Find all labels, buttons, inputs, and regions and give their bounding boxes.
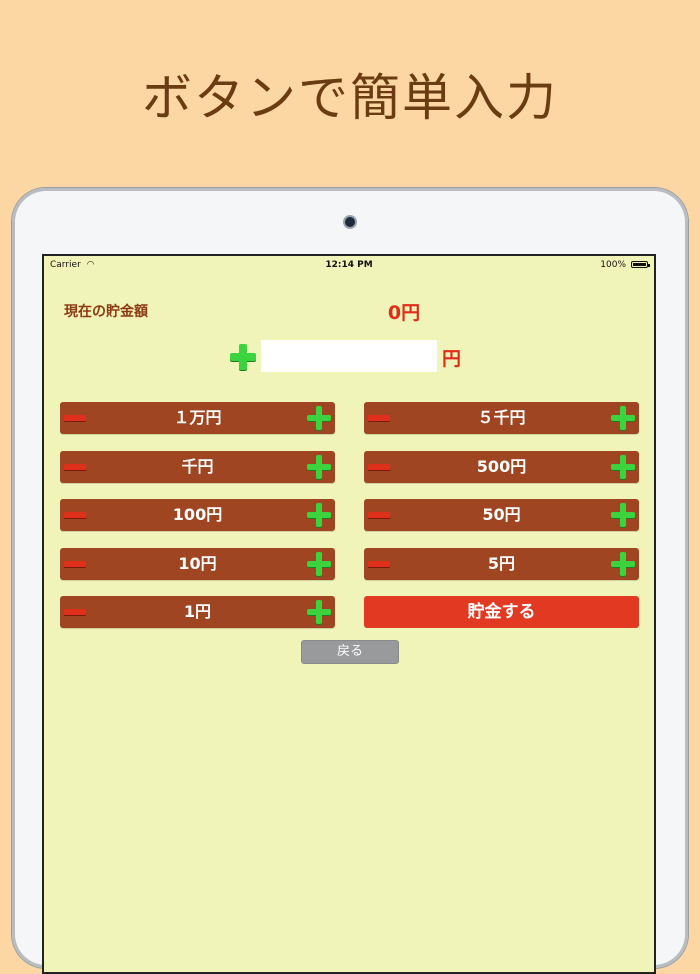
- amount-input[interactable]: [261, 340, 437, 372]
- amount-row-50: 50円: [364, 499, 639, 531]
- plus-icon: [307, 503, 331, 527]
- current-savings-label: 現在の貯金額: [64, 304, 148, 320]
- amount-label: 5円: [487, 554, 516, 573]
- tablet-frame: Carrier ◠ 12:14 PM 100% 現在の貯金額 0円 円 １万円 …: [12, 188, 688, 974]
- amount-label: 10円: [178, 554, 217, 573]
- plus-icon: [307, 552, 331, 576]
- camera-icon: [345, 217, 355, 227]
- amount-label: １万円: [173, 408, 222, 427]
- save-button[interactable]: 貯金する: [364, 596, 639, 628]
- plus-icon: [307, 600, 331, 624]
- minus-icon[interactable]: [64, 512, 86, 518]
- plus-icon: [611, 455, 635, 479]
- amount-label: 1円: [183, 602, 212, 621]
- plus-button[interactable]: [611, 455, 635, 479]
- plus-icon: [230, 344, 256, 370]
- amount-row-5000: ５千円: [364, 402, 639, 434]
- add-custom-amount-button[interactable]: [230, 344, 256, 370]
- promo-headline: ボタンで簡単入力: [142, 69, 558, 127]
- minus-icon[interactable]: [64, 464, 86, 470]
- amount-row-5: 5円: [364, 548, 639, 580]
- plus-icon: [307, 406, 331, 430]
- plus-button[interactable]: [307, 600, 331, 624]
- plus-button[interactable]: [307, 552, 331, 576]
- amount-label: 50円: [482, 505, 521, 524]
- amount-row-100: 100円: [60, 499, 335, 531]
- app-screen: Carrier ◠ 12:14 PM 100% 現在の貯金額 0円 円 １万円 …: [42, 254, 656, 974]
- minus-icon[interactable]: [368, 512, 390, 518]
- amount-label: 千円: [181, 457, 214, 476]
- battery-icon: [631, 261, 650, 268]
- amount-row-1000: 千円: [60, 451, 335, 483]
- plus-button[interactable]: [307, 406, 331, 430]
- back-button[interactable]: 戻る: [301, 640, 399, 664]
- amount-label: 500円: [476, 457, 527, 476]
- plus-button[interactable]: [307, 503, 331, 527]
- plus-button[interactable]: [611, 552, 635, 576]
- current-savings-value: 0円: [387, 302, 421, 324]
- minus-icon[interactable]: [64, 609, 86, 615]
- plus-icon: [611, 406, 635, 430]
- amount-label: ５千円: [477, 408, 526, 427]
- battery-percent: 100%: [600, 260, 626, 270]
- plus-button[interactable]: [611, 503, 635, 527]
- minus-icon[interactable]: [368, 561, 390, 567]
- plus-button[interactable]: [611, 406, 635, 430]
- amount-label: 100円: [172, 505, 223, 524]
- plus-icon: [611, 503, 635, 527]
- amount-row-10: 10円: [60, 548, 335, 580]
- status-bar: Carrier ◠ 12:14 PM 100%: [44, 256, 654, 274]
- amount-row-1: 1円: [60, 596, 335, 628]
- status-time: 12:14 PM: [325, 260, 373, 270]
- plus-icon: [611, 552, 635, 576]
- minus-icon[interactable]: [368, 415, 390, 421]
- plus-icon: [307, 455, 331, 479]
- plus-button[interactable]: [307, 455, 331, 479]
- minus-icon[interactable]: [368, 464, 390, 470]
- minus-icon[interactable]: [64, 415, 86, 421]
- amount-row-10000: １万円: [60, 402, 335, 434]
- minus-icon[interactable]: [64, 561, 86, 567]
- yen-suffix: 円: [442, 348, 462, 370]
- amount-row-500: 500円: [364, 451, 639, 483]
